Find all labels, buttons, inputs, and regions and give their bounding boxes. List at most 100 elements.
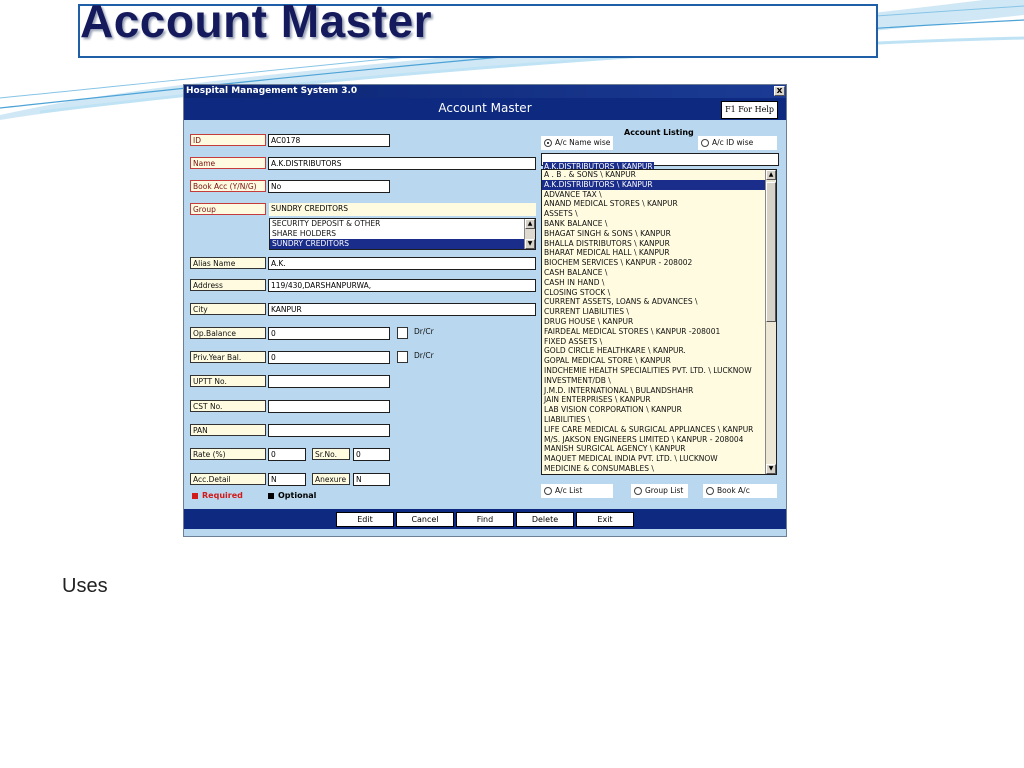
- pan-field[interactable]: [268, 424, 390, 437]
- group-listbox[interactable]: SECURITY DEPOSIT & OTHER SHARE HOLDERS S…: [269, 218, 536, 250]
- anexure-label: Anexure: [312, 473, 350, 485]
- account-list-item[interactable]: CASH BALANCE \: [542, 268, 766, 278]
- account-list-item[interactable]: MAQUET MEDICAL INDIA PVT. LTD. \ LUCKNOW: [542, 454, 766, 464]
- scroll-up-icon[interactable]: ▲: [766, 170, 776, 180]
- required-legend: Required: [192, 491, 243, 500]
- scroll-down-icon[interactable]: ▼: [525, 239, 535, 249]
- account-list-item[interactable]: CLOSING STOCK \: [542, 288, 766, 298]
- group-option[interactable]: SHARE HOLDERS: [270, 229, 535, 239]
- op-balance-label: Op.Balance: [190, 327, 266, 339]
- alias-field[interactable]: A.K.: [268, 257, 536, 270]
- book-acc-field[interactable]: No: [268, 180, 390, 193]
- rate-field[interactable]: 0: [268, 448, 306, 461]
- book-ac-label: Book A/c: [717, 486, 750, 495]
- find-button[interactable]: Find: [456, 512, 514, 527]
- book-ac-radio[interactable]: Book A/c: [703, 484, 777, 498]
- scroll-thumb[interactable]: [766, 182, 776, 322]
- account-list-item[interactable]: JAIN ENTERPRISES \ KANPUR: [542, 395, 766, 405]
- action-bar: Edit Cancel Find Delete Exit: [184, 509, 786, 529]
- account-list-item[interactable]: GOPAL MEDICAL STORE \ KANPUR: [542, 356, 766, 366]
- group-field[interactable]: SUNDRY CREDITORS: [269, 203, 536, 216]
- exit-button[interactable]: Exit: [576, 512, 634, 527]
- account-list-item[interactable]: DRUG HOUSE \ KANPUR: [542, 317, 766, 327]
- account-list-item[interactable]: ASSETS \: [542, 209, 766, 219]
- scroll-up-icon[interactable]: ▲: [525, 219, 535, 229]
- account-list-item[interactable]: BANK BALANCE \: [542, 219, 766, 229]
- name-field[interactable]: A.K.DISTRIBUTORS: [268, 157, 536, 170]
- slide-title: Account Master: [80, 0, 433, 47]
- uptt-label: UPTT No.: [190, 375, 266, 387]
- ac-list-radio[interactable]: A/c List: [541, 484, 613, 498]
- radio-icon: [701, 139, 709, 147]
- account-list-item[interactable]: BHALLA DISTRIBUTORS \ KANPUR: [542, 239, 766, 249]
- account-list-item[interactable]: BHARAT MEDICAL HALL \ KANPUR: [542, 248, 766, 258]
- address-label: Address: [190, 279, 266, 291]
- acc-detail-field[interactable]: N: [268, 473, 306, 486]
- account-list-item[interactable]: BHAGAT SINGH & SONS \ KANPUR: [542, 229, 766, 239]
- account-list-item[interactable]: FIXED ASSETS \: [542, 337, 766, 347]
- ac-list-label: A/c List: [555, 486, 583, 495]
- sort-name-radio[interactable]: A/c Name wise: [541, 136, 613, 150]
- sort-name-label: A/c Name wise: [555, 138, 611, 147]
- id-field[interactable]: AC0178: [268, 134, 390, 147]
- group-option[interactable]: SECURITY DEPOSIT & OTHER: [270, 219, 535, 229]
- sort-id-radio[interactable]: A/c ID wise: [698, 136, 777, 150]
- optional-legend-label: Optional: [278, 491, 317, 500]
- account-list-item[interactable]: BIOCHEM SERVICES \ KANPUR - 208002: [542, 258, 766, 268]
- priv-year-bal-field[interactable]: 0: [268, 351, 390, 364]
- delete-button[interactable]: Delete: [516, 512, 574, 527]
- radio-icon: [634, 487, 642, 495]
- account-list-item[interactable]: A . B . & SONS \ KANPUR: [542, 170, 766, 180]
- priv-year-drcr-label: Dr/Cr: [414, 351, 434, 360]
- account-list-item-selected[interactable]: A.K.DISTRIBUTORS \ KANPUR: [542, 179, 766, 190]
- account-list-item[interactable]: LIABILITIES \: [542, 415, 766, 425]
- address-field[interactable]: 119/430,DARSHANPURWA,: [268, 279, 536, 292]
- account-listing-title: Account Listing: [624, 128, 694, 137]
- account-list-item[interactable]: LAB VISION CORPORATION \ KANPUR: [542, 405, 766, 415]
- radio-icon: [706, 487, 714, 495]
- account-list-item[interactable]: CURRENT ASSETS, LOANS & ADVANCES \: [542, 297, 766, 307]
- name-label: Name: [190, 157, 266, 169]
- group-list-radio[interactable]: Group List: [631, 484, 688, 498]
- city-field[interactable]: KANPUR: [268, 303, 536, 316]
- account-list-item[interactable]: CURRENT LIABILITIES \: [542, 307, 766, 317]
- acc-detail-label: Acc.Detail: [190, 473, 266, 485]
- required-swatch: [192, 492, 198, 499]
- close-icon[interactable]: x: [774, 86, 785, 96]
- account-list-item[interactable]: FAIRDEAL MEDICAL STORES \ KANPUR -208001: [542, 327, 766, 337]
- help-button[interactable]: F1 For Help: [721, 101, 778, 119]
- priv-year-bal-label: Priv.Year Bal.: [190, 351, 266, 363]
- scroll-down-icon[interactable]: ▼: [766, 464, 776, 474]
- radio-selected-icon: [544, 139, 552, 147]
- account-scrollbar[interactable]: ▲ ▼: [765, 170, 776, 474]
- anexure-field[interactable]: N: [353, 473, 390, 486]
- account-list-item[interactable]: GOLD CIRCLE HEALTHKARE \ KANPUR.: [542, 346, 766, 356]
- account-list-item[interactable]: MEDICINE & CONSUMABLES \: [542, 464, 766, 474]
- srno-field[interactable]: 0: [353, 448, 390, 461]
- account-list-item[interactable]: MANISH SURGICAL AGENCY \ KANPUR: [542, 444, 766, 454]
- priv-year-drcr-checkbox[interactable]: [397, 351, 408, 363]
- cst-field[interactable]: [268, 400, 390, 413]
- account-list-item[interactable]: INDCHEMIE HEALTH SPECIALITIES PVT. LTD. …: [542, 366, 766, 376]
- account-search-field[interactable]: A.K.DISTRIBUTORS \ KANPUR: [541, 153, 779, 172]
- group-option-selected[interactable]: SUNDRY CREDITORS: [270, 239, 535, 249]
- account-list-item[interactable]: ANAND MEDICAL STORES \ KANPUR: [542, 199, 766, 209]
- group-scrollbar[interactable]: ▲ ▼: [524, 219, 535, 249]
- account-list-item[interactable]: INVESTMENT/DB \: [542, 376, 766, 386]
- account-listbox[interactable]: A . B . & SONS \ KANPUR A.K.DISTRIBUTORS …: [541, 169, 777, 475]
- account-list-item[interactable]: LIFE CARE MEDICAL & SURGICAL APPLIANCES …: [542, 425, 766, 435]
- account-master-window: Hospital Management System 3.0 x Account…: [183, 84, 787, 537]
- pan-label: PAN: [190, 424, 266, 436]
- account-list-item[interactable]: CASH IN HAND \: [542, 278, 766, 288]
- account-list-item[interactable]: ADVANCE TAX \: [542, 190, 766, 200]
- srno-label: Sr.No.: [312, 448, 350, 460]
- account-list-item[interactable]: J.M.D. INTERNATIONAL \ BULANDSHAHR: [542, 386, 766, 396]
- account-list-item[interactable]: M/S. JAKSON ENGINEERS LIMITED \ KANPUR -…: [542, 435, 766, 445]
- edit-button[interactable]: Edit: [336, 512, 394, 527]
- uptt-field[interactable]: [268, 375, 390, 388]
- op-balance-drcr-label: Dr/Cr: [414, 327, 434, 336]
- cancel-button[interactable]: Cancel: [396, 512, 454, 527]
- required-legend-label: Required: [202, 491, 243, 500]
- op-balance-field[interactable]: 0: [268, 327, 390, 340]
- op-balance-drcr-checkbox[interactable]: [397, 327, 408, 339]
